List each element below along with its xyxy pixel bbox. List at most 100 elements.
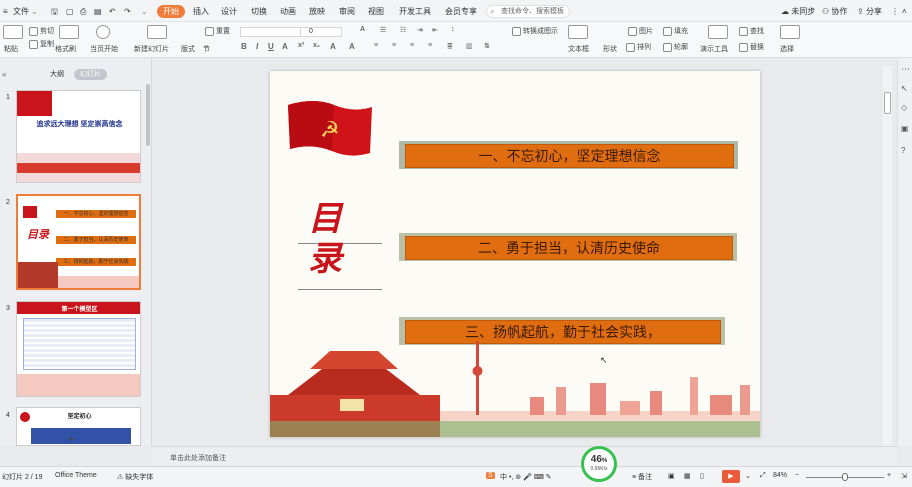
columns-button[interactable]: ▥ (466, 42, 473, 50)
help-icon[interactable]: ? (901, 146, 905, 155)
font-color-button[interactable]: A (282, 42, 288, 51)
zoom-out-button[interactable]: − (795, 472, 799, 479)
zoom-slider-thumb[interactable] (842, 473, 848, 481)
tab-transition[interactable]: 切换 (251, 5, 267, 18)
tab-developer[interactable]: 开发工具 (399, 5, 431, 18)
outdent-button[interactable]: ⇤ (432, 26, 438, 34)
network-speed-widget[interactable]: 46% 0.95K/s (581, 446, 617, 482)
undo-icon[interactable]: ↶ (109, 5, 116, 18)
clear-format-button[interactable]: A (360, 26, 365, 33)
fill-button[interactable]: 填充 (663, 26, 688, 36)
zoom-in-button[interactable]: + (887, 472, 891, 479)
align-center-button[interactable]: ≡ (392, 42, 396, 49)
text-direction-button[interactable]: ⇅ (484, 42, 490, 50)
format-icon[interactable]: ▣ (901, 124, 909, 133)
slide-sorter-icon[interactable]: ▦ (684, 472, 691, 480)
ime-s-icon[interactable]: S (486, 472, 495, 479)
chevron-down-icon[interactable]: ⌄ (31, 5, 38, 18)
slide-thumbnail-2[interactable]: 目录 一、不忘初心，坚定理想信念 二、勇于担当，认清历史使命 三、扬帆起航，勤于… (16, 194, 141, 290)
redo-icon[interactable]: ↷ (124, 5, 131, 18)
slide-thumbnail-4[interactable]: 坚定初心 (16, 407, 141, 446)
font-size-select[interactable]: 0 (300, 27, 342, 37)
collapse-panel-icon[interactable]: « (2, 70, 6, 79)
picture-button[interactable]: 图片 (628, 26, 653, 36)
arrange-button[interactable]: 排列 (626, 42, 651, 52)
distribute-button[interactable]: ≣ (447, 42, 453, 50)
select-tool-icon[interactable]: ↖ (901, 84, 908, 93)
tab-review[interactable]: 审阅 (339, 5, 355, 18)
layout-button[interactable]: 版式 (181, 44, 195, 54)
print-icon[interactable]: ⎙ (80, 5, 86, 18)
share-button[interactable]: ⇪ 分享 (857, 5, 882, 18)
highlight-button[interactable]: A (330, 42, 336, 51)
select-icon[interactable] (780, 25, 800, 39)
missing-font-button[interactable]: ⚠ 缺失字体 (117, 472, 153, 482)
align-left-button[interactable]: ≡ (374, 42, 378, 49)
expand-icon[interactable]: ⇲ (901, 472, 907, 480)
reset-button[interactable]: 重置 (205, 26, 230, 36)
add-slide-button[interactable]: + (68, 432, 75, 446)
text-box-icon[interactable] (568, 25, 588, 39)
align-right-button[interactable]: ≡ (410, 42, 414, 49)
zoom-percent[interactable]: 84% (773, 472, 787, 479)
reading-view-icon[interactable]: ▯ (700, 472, 704, 480)
subscript-button[interactable]: x₂ (313, 42, 320, 49)
justify-button[interactable]: ≡ (428, 42, 432, 49)
tab-design[interactable]: 设计 (221, 5, 237, 18)
tab-slideshow[interactable]: 放映 (309, 5, 325, 18)
select-button[interactable]: 选择 (780, 44, 794, 54)
paste-icon[interactable] (3, 25, 23, 39)
new-slide-icon[interactable] (147, 25, 167, 39)
paste-button[interactable]: 粘贴 (4, 44, 18, 54)
more-icon[interactable]: ⌄ (141, 5, 148, 18)
collapse-icon[interactable]: ˄ (902, 5, 907, 18)
ime-toolbar[interactable]: 中 •, ⊚ 🎤 ⌨ ✎ (500, 472, 552, 482)
open-icon[interactable]: ▢ (66, 5, 74, 18)
bullets-button[interactable]: ☰ (380, 26, 386, 34)
menu-icon[interactable]: ≡ (3, 5, 8, 18)
shape-tool-icon[interactable]: ◇ (901, 103, 907, 112)
format-painter-button[interactable]: 格式刷 (55, 44, 76, 54)
tab-outline[interactable]: 大纲 (44, 69, 70, 80)
tab-slides[interactable]: 幻灯片 (74, 69, 107, 80)
notes-area[interactable]: 单击此处添加备注 (152, 446, 897, 466)
presentation-tools-button[interactable]: 演示工具 (700, 44, 728, 54)
indent-button[interactable]: ⇥ (417, 26, 423, 34)
canvas-scrollbar-thumb[interactable] (884, 92, 891, 114)
collaborate-button[interactable]: ⚇ 协作 (822, 5, 847, 18)
format-painter-icon[interactable] (59, 25, 79, 39)
convert-button[interactable]: 转换成图示 (512, 26, 558, 36)
shape-button[interactable]: 形状 (603, 44, 617, 54)
more-icon[interactable]: ⋯ (901, 64, 910, 75)
slideshow-play-button[interactable]: ▶ (722, 470, 740, 483)
italic-button[interactable]: I (256, 42, 258, 51)
bold-button[interactable]: B (241, 42, 247, 51)
tab-member[interactable]: 会员专享 (445, 5, 477, 18)
section-button[interactable]: 节 (203, 44, 210, 54)
tab-insert[interactable]: 插入 (193, 5, 209, 18)
tab-view[interactable]: 视图 (368, 5, 384, 18)
slide-canvas[interactable]: ☭ 目录 一、不忘初心，坚定理想信念 二、勇于担当，认清历史使命 三、扬帆起航，… (270, 71, 760, 437)
slide-thumbnail-3[interactable]: 第一个模型区 (16, 301, 141, 397)
find-button[interactable]: 查找 (739, 26, 764, 36)
play-icon[interactable] (96, 25, 110, 39)
slide-thumbnail-1[interactable]: 追求远大理想 坚定崇高信念 (16, 90, 141, 183)
replace-button[interactable]: 替换 (739, 42, 764, 52)
copy-button[interactable]: 复制 (29, 39, 54, 49)
normal-view-icon[interactable]: ▣ (668, 472, 675, 480)
file-menu[interactable]: 文件 (13, 5, 29, 18)
more-options-icon[interactable]: ⋮ (891, 5, 899, 18)
sync-status[interactable]: ☁ 未同步 (781, 5, 815, 18)
tab-animation[interactable]: 动画 (280, 5, 296, 18)
slideshow-menu-icon[interactable]: ⌄ (745, 472, 751, 480)
fit-window-icon[interactable]: ⤢ (760, 472, 766, 480)
underline-button[interactable]: U (268, 42, 274, 51)
save-icon[interactable]: 🖫 (51, 5, 58, 18)
line-spacing-button[interactable]: ↕ (451, 26, 455, 33)
text-box-button[interactable]: 文本框 (568, 44, 589, 54)
preview-icon[interactable]: ▤ (94, 5, 102, 18)
canvas-scrollbar-track[interactable] (883, 66, 892, 446)
tab-home[interactable]: 开始 (157, 5, 185, 18)
numbering-button[interactable]: ☷ (400, 26, 406, 34)
notes-toggle[interactable]: ≡ 备注 (632, 472, 652, 482)
